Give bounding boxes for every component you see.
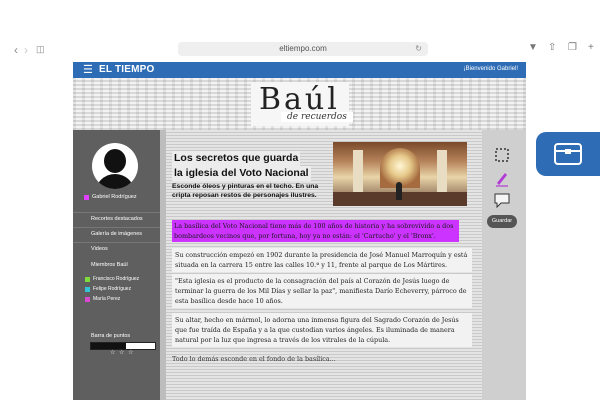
- article-paragraph-cut: Todo lo demás esconde en el fondo de la …: [172, 355, 336, 363]
- article-subtitle: Esconde óleos y pinturas en el techo. En…: [172, 183, 319, 199]
- url-text: eltiempo.com: [279, 44, 327, 53]
- chest-widget[interactable]: [536, 132, 600, 176]
- photo-person: [396, 182, 402, 200]
- pen-icon[interactable]: [492, 169, 512, 187]
- sidebar-item-galeria[interactable]: Galería de imágenes: [73, 227, 160, 240]
- forward-icon[interactable]: ›: [24, 43, 28, 57]
- points-bar-title: Barra de puntos: [91, 333, 131, 339]
- reload-icon[interactable]: ↻: [415, 42, 422, 56]
- tabs-icon[interactable]: ❐: [568, 42, 577, 53]
- sidebar-item-recortes[interactable]: Recortes destacados: [73, 212, 160, 225]
- comment-icon[interactable]: [492, 191, 512, 209]
- sidebar-icon[interactable]: ◫: [36, 44, 45, 55]
- member-name: Felipe Rodríguez: [93, 286, 132, 292]
- sidebar-item-label: Videos: [91, 246, 108, 252]
- user-name-row: Gabriel Rodríguez: [84, 194, 137, 200]
- avatar-head: [104, 149, 126, 173]
- back-icon[interactable]: ‹: [14, 43, 18, 57]
- sidebar-item-label: Galería de imágenes: [91, 231, 143, 237]
- hamburger-icon[interactable]: ☰: [83, 63, 93, 76]
- avatar-body: [95, 174, 135, 189]
- highlighted-paragraph[interactable]: La basílica del Voto Nacional tiene más …: [172, 220, 459, 242]
- members-title: Miembros Baúl: [91, 262, 128, 268]
- site-header: ☰ EL TIEMPO ¡Bienvenido Gabriel!: [73, 62, 526, 78]
- sidebar-item-videos[interactable]: Videos: [73, 242, 160, 255]
- member-item[interactable]: Felipe Rodríguez: [85, 286, 131, 292]
- avatar[interactable]: [92, 143, 138, 189]
- crop-icon[interactable]: [492, 146, 512, 164]
- member-name: María Perez: [93, 296, 121, 302]
- sidebar-item-label: Recortes destacados: [91, 216, 143, 222]
- member-color-dot: [85, 296, 90, 302]
- baul-banner: Baúl de recuerdos: [73, 78, 526, 130]
- member-color-dot: [85, 276, 90, 282]
- new-tab-icon[interactable]: +: [588, 42, 594, 53]
- user-name: Gabriel Rodríguez: [92, 194, 137, 200]
- member-name: Francisco Rodríguez: [93, 276, 140, 282]
- member-item[interactable]: Francisco Rodríguez: [85, 276, 139, 282]
- site-logo[interactable]: EL TIEMPO: [99, 64, 155, 75]
- save-button[interactable]: Guardar: [487, 215, 517, 228]
- member-item[interactable]: María Perez: [85, 296, 120, 302]
- download-icon[interactable]: ▼: [528, 42, 538, 53]
- article-paragraph[interactable]: Su construcción empezó en 1902 durante l…: [172, 248, 472, 272]
- user-color-dot: [84, 194, 89, 200]
- address-bar[interactable]: eltiempo.com ↻: [178, 42, 428, 56]
- share-icon[interactable]: ⇧: [548, 42, 556, 53]
- member-color-dot: [85, 286, 90, 292]
- church-photo[interactable]: [333, 142, 467, 206]
- article-paragraph[interactable]: "Esta iglesia es el producto de la consa…: [172, 274, 472, 308]
- banner-subtitle: de recuerdos: [281, 112, 353, 122]
- browser-toolbar: ‹ › ◫ eltiempo.com ↻ ▼ ⇧ ❐ +: [0, 0, 600, 60]
- article-title-line1: Los secretos que guarda: [172, 151, 301, 166]
- welcome-text: ¡Bienvenido Gabriel!: [463, 66, 518, 72]
- article-paragraph[interactable]: Su altar, hecho en mármol, lo adorna una…: [172, 313, 472, 347]
- stars-rating: ☆ ☆ ☆: [110, 350, 135, 356]
- article-title-line2: la iglesia del Voto Nacional: [172, 166, 311, 181]
- chest-icon: [554, 143, 582, 165]
